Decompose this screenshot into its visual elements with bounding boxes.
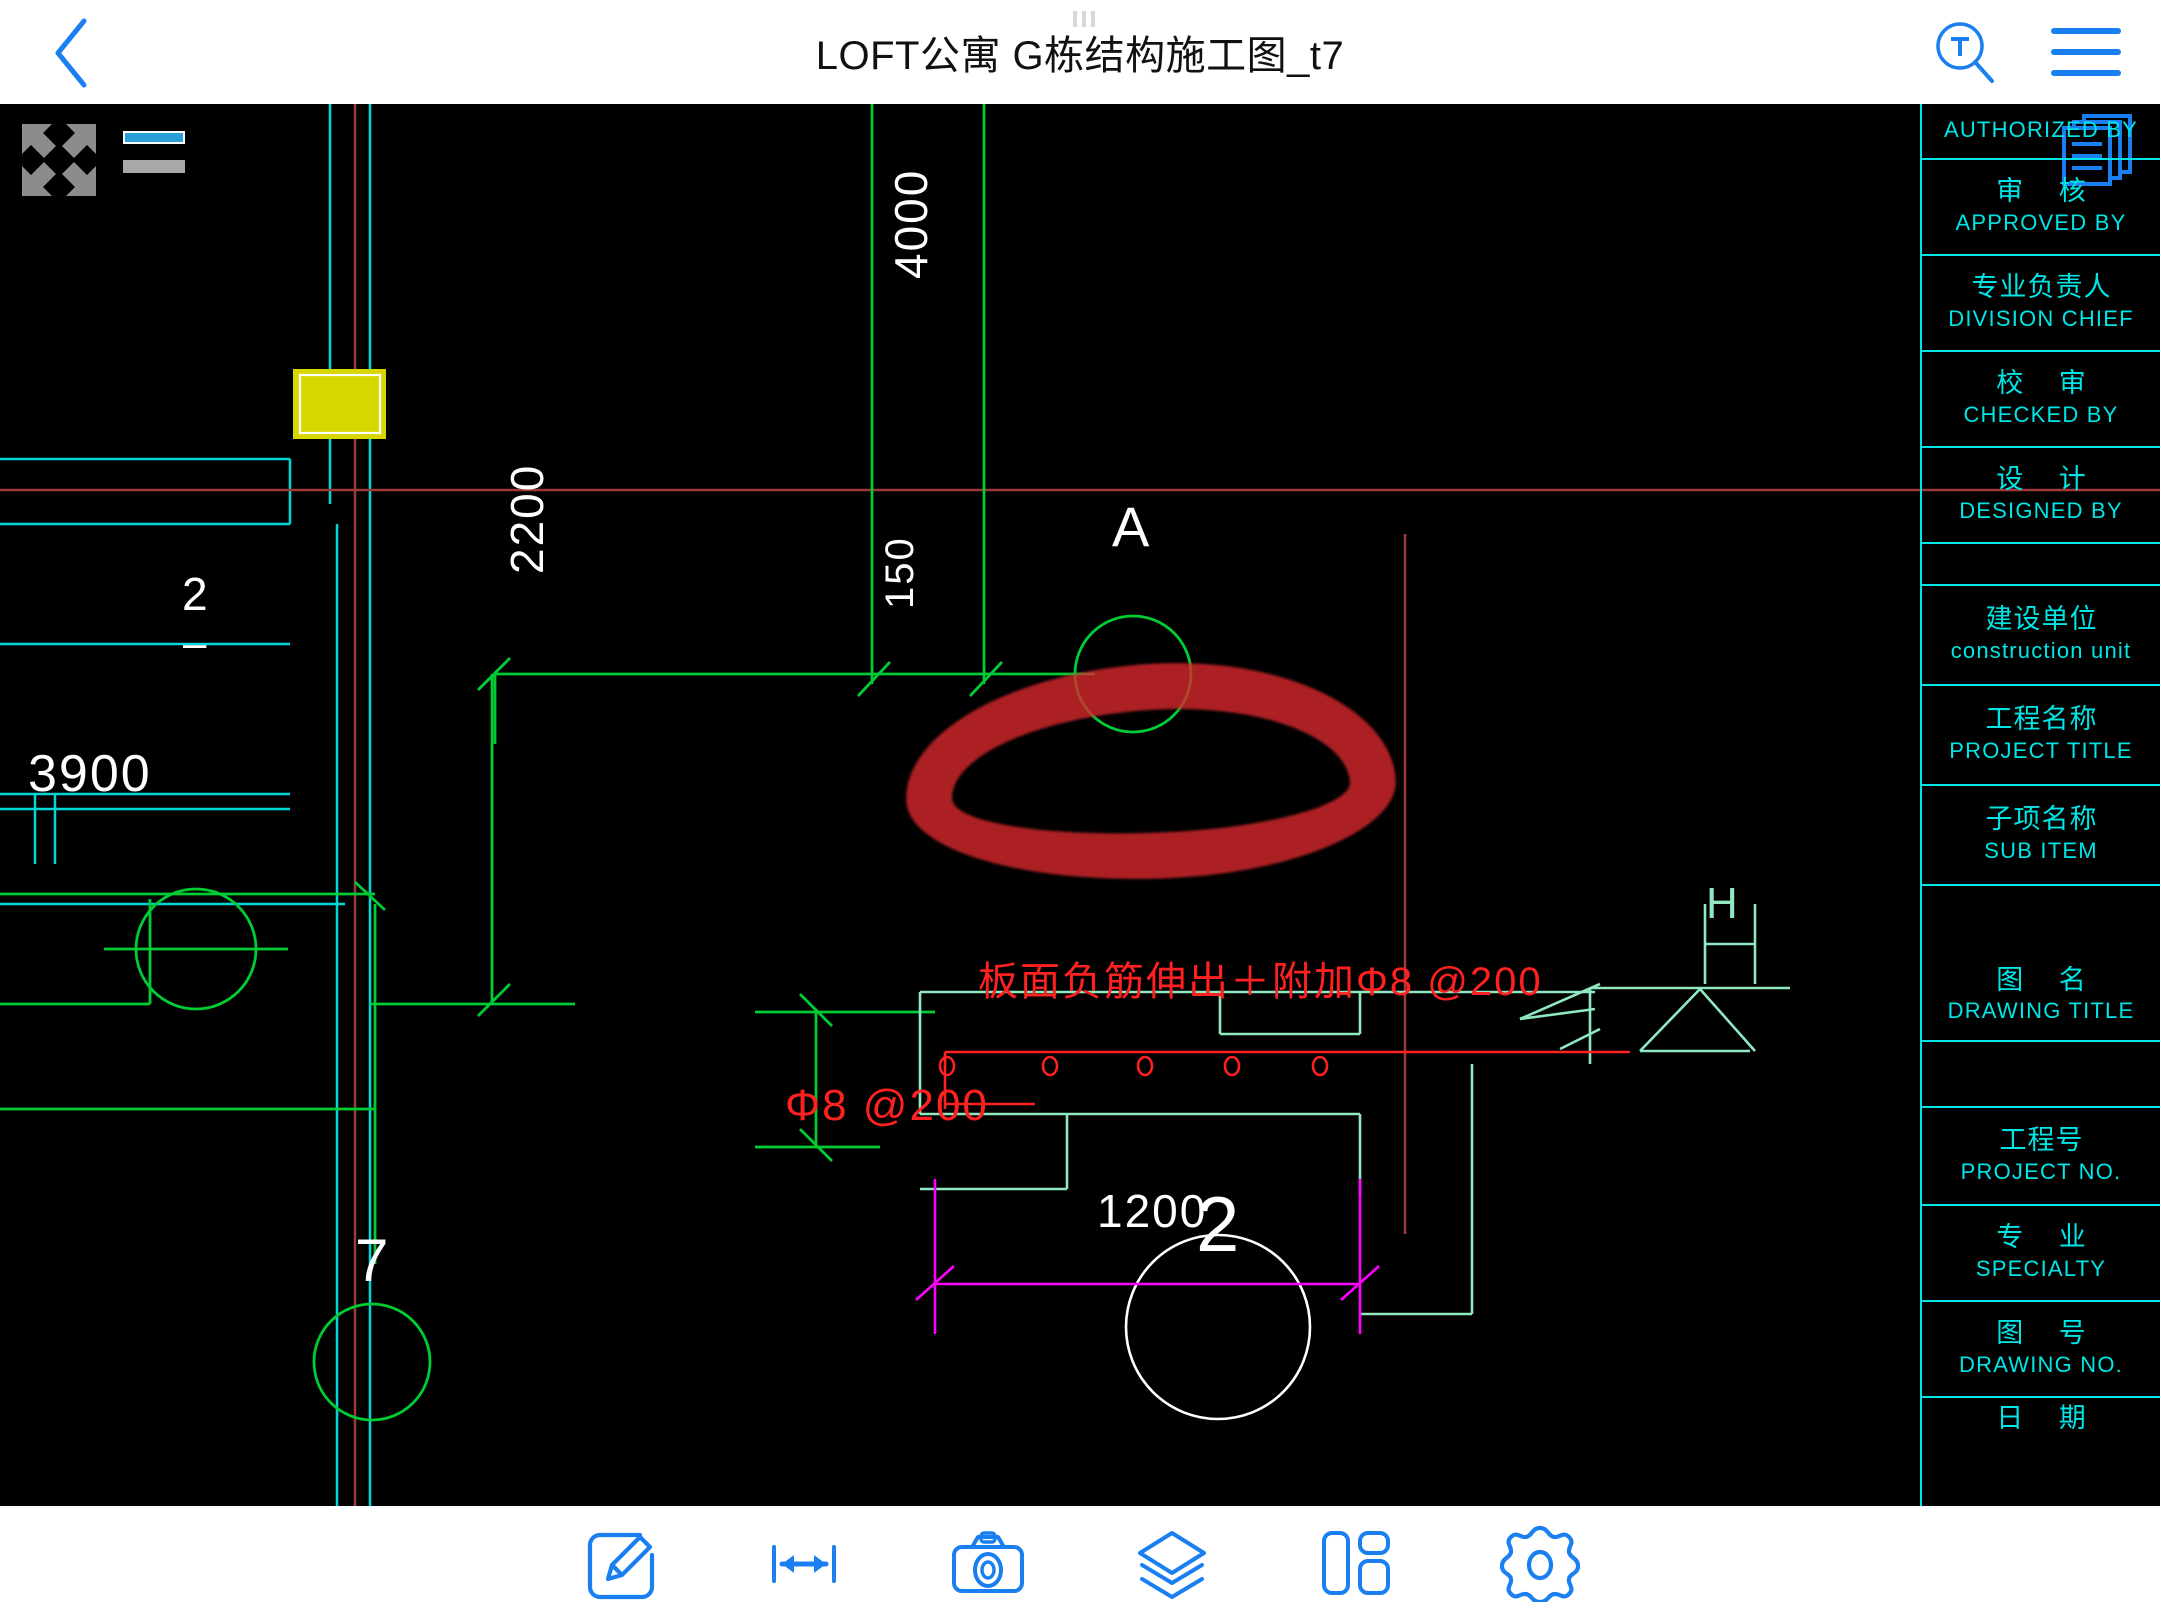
title-block-row: 专业负责人 DIVISION CHIEF: [1922, 256, 2160, 352]
drawing-canvas[interactable]: 4000 2200 150 3900 1200 A 2 – 7 2 H Φ8 @…: [0, 104, 2160, 1506]
title-block-row-blank: [1922, 1042, 2160, 1108]
zoom-slider-inactive[interactable]: [123, 160, 185, 173]
dimension-label-2200: 2200: [501, 463, 553, 574]
text-search-button[interactable]: [1926, 14, 2002, 90]
markup-annotation-text[interactable]: 板面负筋伸出＋附加Φ8 @200: [978, 949, 1543, 1007]
measure-tool-button[interactable]: [760, 1519, 848, 1607]
title-block-cn: 图 名: [1996, 964, 2100, 995]
title-block-en: construction unit: [1950, 637, 2132, 663]
title-block-cn: 图 号: [1996, 1317, 2100, 1348]
cad-viewer-app: LOFT公寓 G栋结构施工图_t7 4000 2200 150 3900 120…: [0, 0, 2160, 1620]
title-block-row: 设 计 DESIGNED BY: [1922, 448, 2160, 544]
header-actions: [1926, 0, 2124, 104]
title-block-en: PROJECT TITLE: [1949, 737, 2133, 763]
title-block-row: 子项名称 SUB ITEM: [1922, 786, 2160, 886]
title-block-cn: 子项名称: [1985, 803, 2098, 834]
bottom-toolbar: [0, 1506, 2160, 1620]
dimension-label-1200: 1200: [1097, 1185, 1208, 1237]
grid-bubble-sub-dash: –: [183, 619, 209, 666]
settings-tool-button[interactable]: [1496, 1519, 1584, 1607]
title-block-en: DIVISION CHIEF: [1948, 305, 2134, 331]
viewport-controls: [18, 108, 228, 196]
title-block-en: SPECIALTY: [1975, 1255, 2107, 1281]
title-block-row: 审 核 APPROVED BY: [1922, 160, 2160, 256]
title-block-row: 日 期: [1922, 1398, 2160, 1458]
drawing-title-block: AUTHORIZED BY 审 核 APPROVED BY 专业负责人 DIVI…: [1920, 104, 2160, 1506]
title-block-en: DRAWING NO.: [1959, 1351, 2123, 1377]
level-marker-label-h: H: [1706, 879, 1740, 928]
title-block-en: DESIGNED BY: [1959, 497, 2123, 523]
title-block-en: DRAWING TITLE: [1947, 998, 2135, 1024]
title-block-cn: 工程名称: [1985, 703, 2098, 734]
title-block-cn: 专业负责人: [1971, 271, 2112, 302]
title-block-en: SUB ITEM: [1984, 837, 2098, 863]
title-block-row: 图 名 DRAWING TITLE: [1922, 886, 2160, 1042]
title-block-cn: 专 业: [1996, 1221, 2100, 1252]
title-block-row: 工程名称 PROJECT TITLE: [1922, 686, 2160, 786]
title-block-row: 工程号 PROJECT NO.: [1922, 1108, 2160, 1206]
zoom-slider-active[interactable]: [123, 131, 185, 144]
split-view-tool-button[interactable]: [1312, 1519, 1400, 1607]
dimension-label-4000: 4000: [885, 168, 937, 279]
grid-bubble-label-a: A: [1112, 495, 1152, 558]
title-block-row: 图 号 DRAWING NO.: [1922, 1302, 2160, 1398]
snapshot-tool-button[interactable]: [944, 1519, 1032, 1607]
text-search-icon: [1936, 22, 1994, 83]
grid-bubble-label-7: 7: [355, 1227, 391, 1294]
menu-button[interactable]: [2048, 14, 2124, 90]
page-title: LOFT公寓 G栋结构施工图_t7: [815, 34, 1345, 78]
title-block-cn: 设 计: [1996, 463, 2100, 494]
title-block-row: AUTHORIZED BY: [1922, 104, 2160, 160]
hamburger-menu-icon: [2051, 28, 2121, 76]
title-block-cn: 建设单位: [1985, 603, 2098, 634]
fullscreen-expand-icon[interactable]: [18, 120, 100, 200]
title-block-row-blank: [1922, 544, 2160, 586]
rebar-callout-text: Φ8 @200: [785, 1081, 989, 1130]
split-view-icon: [1322, 1531, 1390, 1595]
dimension-label-3900: 3900: [28, 745, 152, 803]
layers-stack-icon: [1138, 1531, 1206, 1599]
settings-gear-icon: [1500, 1525, 1580, 1602]
title-block-en: PROJECT NO.: [1960, 1158, 2122, 1184]
title-block-cn: 校 审: [1996, 367, 2100, 398]
markup-pencil-icon: [587, 1532, 655, 1600]
markup-tool-button[interactable]: [576, 1519, 664, 1607]
title-block-en: AUTHORIZED BY: [1943, 116, 2139, 142]
detail-bubble-label-2: 2: [1196, 1180, 1242, 1268]
camera-snapshot-icon: [952, 1531, 1024, 1593]
cad-drawing-vectors: [0, 104, 2160, 1506]
title-block-row: 校 审 CHECKED BY: [1922, 352, 2160, 448]
title-block-row: 建设单位 construction unit: [1922, 586, 2160, 686]
title-block-en: APPROVED BY: [1955, 209, 2127, 235]
title-block-cn: 工程号: [1999, 1124, 2084, 1155]
measure-distance-icon: [772, 1545, 836, 1583]
app-header: LOFT公寓 G栋结构施工图_t7: [0, 0, 2160, 104]
layers-tool-button[interactable]: [1128, 1519, 1216, 1607]
dimension-label-150: 150: [878, 536, 922, 609]
title-block-cn: 审 核: [1996, 175, 2100, 206]
title-block-en: CHECKED BY: [1963, 401, 2119, 427]
grid-bubble-label-2: 2: [182, 568, 210, 620]
title-block-cn: 日 期: [1996, 1403, 2100, 1433]
title-block-row: 专 业 SPECIALTY: [1922, 1206, 2160, 1302]
